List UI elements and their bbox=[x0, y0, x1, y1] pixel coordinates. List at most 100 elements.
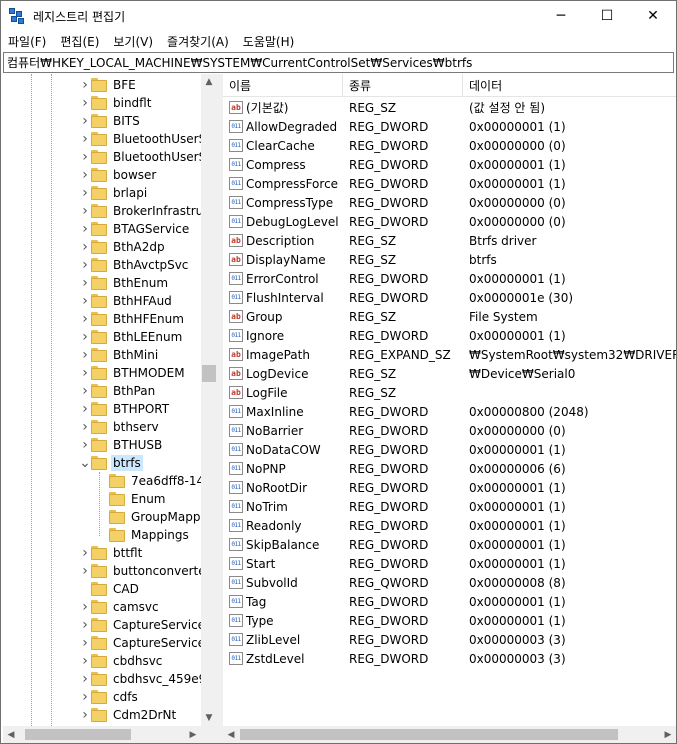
chevron-right-icon[interactable]: › bbox=[79, 94, 91, 112]
tree-item[interactable]: › CaptureService bbox=[79, 616, 207, 634]
tree-item[interactable]: GroupMappin bbox=[97, 508, 213, 526]
value-row[interactable]: 011 SubvolId REG_QWORD 0x00000008 (8) bbox=[223, 573, 676, 592]
chevron-right-icon[interactable]: › bbox=[79, 220, 91, 238]
chevron-right-icon[interactable]: › bbox=[79, 130, 91, 148]
value-row[interactable]: 011 AllowDegraded REG_DWORD 0x00000001 (1) bbox=[223, 117, 676, 136]
value-row[interactable]: 011 FlushInterval REG_DWORD 0x0000001e (30) bbox=[223, 288, 676, 307]
scroll-right-icon[interactable]: ▶ bbox=[660, 726, 676, 743]
tree-item-label[interactable]: cbdhsvc bbox=[111, 653, 164, 669]
scroll-right-icon[interactable]: ▶ bbox=[185, 726, 201, 743]
tree-item[interactable]: › brlapi bbox=[79, 184, 149, 202]
tree-horizontal-scrollbar[interactable]: ◀ ▶ bbox=[3, 726, 201, 743]
value-row[interactable]: 011 Compress REG_DWORD 0x00000001 (1) bbox=[223, 155, 676, 174]
chevron-right-icon[interactable]: › bbox=[79, 562, 91, 580]
tree-item-label[interactable]: Cdm2DrNt bbox=[111, 707, 178, 723]
chevron-right-icon[interactable]: › bbox=[79, 328, 91, 346]
value-row[interactable]: 011 DebugLogLevel REG_DWORD 0x00000000 (0) bbox=[223, 212, 676, 231]
chevron-right-icon[interactable]: › bbox=[79, 166, 91, 184]
tree-item[interactable]: 7ea6dff8-144 bbox=[97, 472, 214, 490]
tree-item[interactable]: › BluetoothUserSe bbox=[79, 130, 216, 148]
tree-item-label[interactable]: bindflt bbox=[111, 95, 153, 111]
tree-item-label[interactable]: BthMini bbox=[111, 347, 160, 363]
tree-item[interactable]: › cdfs bbox=[79, 688, 140, 706]
tree-item-label[interactable]: BthLEEnum bbox=[111, 329, 184, 345]
value-row[interactable]: 011 NoTrim REG_DWORD 0x00000001 (1) bbox=[223, 497, 676, 516]
menu-help[interactable]: 도움말(H) bbox=[236, 33, 302, 50]
value-row[interactable]: 011 NoDataCOW REG_DWORD 0x00000001 (1) bbox=[223, 440, 676, 459]
tree-item-label[interactable]: BthAvctpSvc bbox=[111, 257, 190, 273]
tree-item[interactable]: › bttflt bbox=[79, 544, 144, 562]
tree-item-label[interactable]: bttflt bbox=[111, 545, 144, 561]
chevron-right-icon[interactable]: › bbox=[79, 310, 91, 328]
close-button[interactable]: ✕ bbox=[630, 1, 676, 31]
tree-item[interactable]: › CaptureService_4 bbox=[79, 634, 217, 652]
tree-scroll-thumb[interactable] bbox=[202, 365, 216, 382]
tree-item-label[interactable]: BFE bbox=[111, 77, 138, 93]
tree-item[interactable]: Enum bbox=[97, 490, 167, 508]
value-row[interactable]: ab (기본값) REG_SZ (값 설정 안 됨) bbox=[223, 98, 676, 117]
chevron-right-icon[interactable]: › bbox=[79, 616, 91, 634]
value-row[interactable]: ab LogDevice REG_SZ ₩Device₩Serial0 bbox=[223, 364, 676, 383]
chevron-right-icon[interactable]: › bbox=[79, 274, 91, 292]
chevron-right-icon[interactable]: › bbox=[79, 292, 91, 310]
tree-item[interactable]: ⌄ btrfs bbox=[79, 454, 143, 472]
chevron-right-icon[interactable]: › bbox=[79, 184, 91, 202]
scroll-left-icon[interactable]: ◀ bbox=[223, 726, 239, 743]
column-header-data[interactable]: 데이터 bbox=[463, 74, 676, 97]
value-row[interactable]: 011 CompressForce REG_DWORD 0x00000001 (1) bbox=[223, 174, 676, 193]
tree-item-label[interactable]: Mappings bbox=[129, 527, 191, 543]
scroll-down-icon[interactable]: ▼ bbox=[201, 710, 217, 726]
tree-item[interactable]: › buttonconverter bbox=[79, 562, 213, 580]
scroll-left-icon[interactable]: ◀ bbox=[3, 726, 19, 743]
tree-item[interactable]: › BTHPORT bbox=[79, 400, 171, 418]
menu-edit[interactable]: 편집(E) bbox=[53, 33, 106, 50]
value-row[interactable]: 011 Ignore REG_DWORD 0x00000001 (1) bbox=[223, 326, 676, 345]
value-row[interactable]: ab DisplayName REG_SZ btrfs bbox=[223, 250, 676, 269]
value-row[interactable]: 011 NoBarrier REG_DWORD 0x00000000 (0) bbox=[223, 421, 676, 440]
column-header-name[interactable]: 이름 bbox=[223, 74, 343, 97]
tree-item[interactable]: › BTHMODEM bbox=[79, 364, 187, 382]
tree-item[interactable]: › camsvc bbox=[79, 598, 161, 616]
tree-item[interactable]: › BthEnum bbox=[79, 274, 170, 292]
tree-item-label[interactable]: Enum bbox=[129, 491, 167, 507]
tree-item[interactable]: › bowser bbox=[79, 166, 158, 184]
chevron-right-icon[interactable]: › bbox=[79, 238, 91, 256]
chevron-right-icon[interactable]: › bbox=[79, 436, 91, 454]
value-row[interactable]: ab ImagePath REG_EXPAND_SZ ₩SystemRoot₩syst… bbox=[223, 345, 676, 364]
tree-item-label[interactable]: BthEnum bbox=[111, 275, 170, 291]
value-row[interactable]: 011 CompressType REG_DWORD 0x00000000 (0) bbox=[223, 193, 676, 212]
tree-vertical-scrollbar[interactable]: ▲ ▼ bbox=[201, 74, 217, 726]
list-horizontal-scrollbar[interactable]: ◀ ▶ bbox=[223, 726, 676, 743]
tree-item[interactable]: › BFE bbox=[79, 76, 138, 94]
value-row[interactable]: ab LogFile REG_SZ bbox=[223, 383, 676, 402]
tree-item[interactable]: › BTAGService bbox=[79, 220, 191, 238]
value-row[interactable]: 011 ZstdLevel REG_DWORD 0x00000003 (3) bbox=[223, 649, 676, 668]
chevron-right-icon[interactable]: › bbox=[79, 670, 91, 688]
chevron-right-icon[interactable]: › bbox=[79, 400, 91, 418]
value-row[interactable]: 011 ErrorControl REG_DWORD 0x00000001 (1) bbox=[223, 269, 676, 288]
menu-file[interactable]: 파일(F) bbox=[1, 33, 53, 50]
menu-view[interactable]: 보기(V) bbox=[106, 33, 160, 50]
address-bar[interactable]: 컴퓨터₩HKEY_LOCAL_MACHINE₩SYSTEM₩CurrentCon… bbox=[3, 52, 674, 73]
tree-item-label[interactable]: BluetoothUserSe bbox=[111, 149, 216, 165]
tree-item-label[interactable]: btrfs bbox=[111, 455, 143, 471]
tree-item[interactable]: › BthA2dp bbox=[79, 238, 167, 256]
chevron-right-icon[interactable]: › bbox=[79, 382, 91, 400]
list-hscroll-thumb[interactable] bbox=[240, 729, 618, 740]
tree-item-label[interactable]: cdfs bbox=[111, 689, 140, 705]
tree-item-label[interactable]: cbdhsvc_459e9 bbox=[111, 671, 208, 687]
chevron-right-icon[interactable]: › bbox=[79, 364, 91, 382]
tree-item-label[interactable]: BTHMODEM bbox=[111, 365, 187, 381]
tree-item[interactable]: › bindflt bbox=[79, 94, 153, 112]
chevron-right-icon[interactable]: › bbox=[79, 76, 91, 94]
tree-item-label[interactable]: BthPan bbox=[111, 383, 157, 399]
value-row[interactable]: 011 NoPNP REG_DWORD 0x00000006 (6) bbox=[223, 459, 676, 478]
value-row[interactable]: ab Description REG_SZ Btrfs driver bbox=[223, 231, 676, 250]
values-list[interactable]: 이름 종류 데이터 ab (기본값) REG_SZ (값 설정 안 됨) 011 Allo… bbox=[223, 74, 676, 743]
tree-item-label[interactable]: BthHFAud bbox=[111, 293, 174, 309]
tree-item[interactable]: › cbdhsvc bbox=[79, 652, 164, 670]
chevron-right-icon[interactable]: › bbox=[79, 652, 91, 670]
chevron-right-icon[interactable]: › bbox=[79, 688, 91, 706]
tree-item[interactable]: Mappings bbox=[97, 526, 191, 544]
tree-item[interactable]: CAD bbox=[79, 580, 141, 598]
